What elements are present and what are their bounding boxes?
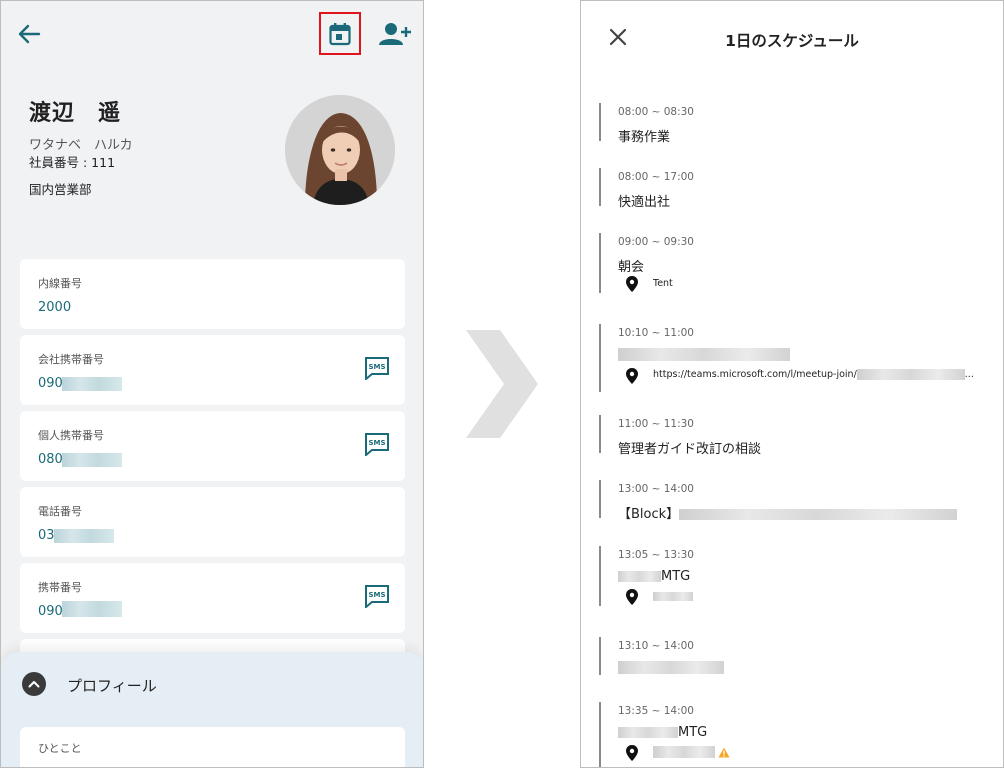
event-title: MTG [618, 569, 690, 584]
schedule-event[interactable]: 08:00 ~ 17:00 快適出社 [599, 168, 991, 210]
redacted-title [618, 348, 790, 361]
contact-label: 電話番号 [38, 505, 82, 518]
schedule-event[interactable]: 13:00 ~ 14:00 【Block】 [599, 480, 991, 522]
employee-department: 国内営業部 [29, 182, 92, 197]
redacted-location [653, 592, 693, 601]
event-time: 13:35 ~ 14:00 [618, 705, 694, 717]
calendar-button[interactable] [319, 12, 361, 55]
redacted-location [653, 746, 715, 758]
schedule-event[interactable]: 13:35 ~ 14:00 MTG [599, 702, 991, 767]
hitokoto-card: ひとこと [20, 727, 405, 767]
schedule-event[interactable]: 10:10 ~ 11:00 https://teams.microsoft.co… [599, 324, 991, 392]
hitokoto-label: ひとこと [38, 742, 82, 755]
collapse-button[interactable] [22, 672, 46, 696]
svg-text:SMS: SMS [368, 363, 385, 371]
contact-card-personal-mobile: 個人携帯番号 080 SMS [20, 411, 405, 481]
schedule-event[interactable]: 09:00 ~ 09:30 朝会 Tent [599, 233, 991, 293]
sms-icon: SMS [365, 433, 389, 458]
contact-card-company-mobile: 会社携帯番号 090 SMS [20, 335, 405, 405]
redacted-title [679, 509, 958, 520]
chevron-up-icon [28, 681, 40, 688]
event-location: https://teams.microsoft.com/l/meetup-joi… [653, 369, 974, 380]
event-title-text: 【Block】 [618, 507, 680, 522]
redacted-number [62, 453, 122, 467]
calendar-icon [329, 22, 351, 45]
redacted-url [856, 369, 965, 380]
contact-label: 会社携帯番号 [38, 353, 104, 366]
redacted-number [62, 601, 122, 617]
contact-label: 内線番号 [38, 277, 82, 290]
event-time: 13:10 ~ 14:00 [618, 640, 694, 652]
event-time: 13:05 ~ 13:30 [618, 549, 694, 561]
add-contact-button[interactable] [379, 21, 413, 47]
contact-value[interactable]: 090 [38, 376, 63, 391]
dialog-title: 1日のスケジュール [725, 32, 859, 50]
event-title: 管理者ガイド改訂の相談 [618, 442, 762, 457]
event-title [618, 347, 790, 362]
svg-text:SMS: SMS [368, 439, 385, 447]
profile-title: プロフィール [67, 677, 157, 695]
profile-sheet: プロフィール ひとこと [1, 652, 423, 767]
event-time: 10:10 ~ 11:00 [618, 327, 694, 339]
sms-button[interactable]: SMS [364, 356, 390, 382]
location-pin-icon [626, 745, 638, 761]
back-button[interactable] [15, 21, 43, 47]
chevron-right-icon [466, 330, 538, 438]
location-pin-icon [626, 589, 638, 605]
schedule-event[interactable]: 13:10 ~ 14:00 [599, 637, 991, 675]
event-location [653, 746, 730, 758]
contact-label: 個人携帯番号 [38, 429, 104, 442]
sms-icon: SMS [365, 357, 389, 382]
contact-card-extension: 内線番号 2000 [20, 259, 405, 329]
contact-value[interactable]: 2000 [38, 300, 71, 315]
location-pin-icon [626, 368, 638, 384]
event-title-text: MTG [661, 569, 691, 584]
svg-text:SMS: SMS [368, 591, 385, 599]
redacted-title [618, 727, 678, 738]
event-time: 13:00 ~ 14:00 [618, 483, 694, 495]
daily-schedule-dialog: 1日のスケジュール 08:00 ~ 08:30 事務作業 08:00 ~ 17:… [580, 0, 1004, 768]
contact-value[interactable]: 080 [38, 452, 63, 467]
contact-card-phone: 電話番号 03 [20, 487, 405, 557]
contact-value[interactable]: 090 [38, 604, 63, 619]
redacted-number [62, 377, 122, 391]
contact-card-mobile: 携帯番号 090 SMS [20, 563, 405, 633]
employee-name: 渡辺 遥 [29, 101, 122, 126]
event-location: Tent [653, 278, 673, 289]
event-title: 快適出社 [618, 195, 671, 210]
redacted-number [54, 529, 114, 543]
sms-button[interactable]: SMS [364, 432, 390, 458]
arrow-back-icon [18, 24, 41, 44]
event-title: 事務作業 [618, 130, 671, 145]
event-location [653, 591, 693, 602]
warning-icon [718, 747, 730, 757]
event-time: 11:00 ~ 11:30 [618, 418, 694, 430]
employee-name-kana: ワタナベ ハルカ [29, 138, 133, 153]
event-title-text: MTG [678, 725, 708, 740]
event-location-url: https://teams.microsoft.com/l/meetup-joi… [653, 369, 857, 380]
schedule-event[interactable]: 13:05 ~ 13:30 MTG [599, 546, 991, 606]
schedule-event[interactable]: 08:00 ~ 08:30 事務作業 [599, 103, 991, 145]
employee-detail-screen: 渡辺 遥 ワタナベ ハルカ 社員番号 : 111 国内営業部 内線番号 2000… [0, 0, 424, 768]
event-time: 09:00 ~ 09:30 [618, 236, 694, 248]
event-title: MTG [618, 725, 707, 740]
event-title: 【Block】 [618, 503, 958, 522]
avatar [285, 95, 395, 205]
contact-value[interactable]: 03 [38, 528, 55, 543]
event-time: 08:00 ~ 17:00 [618, 171, 694, 183]
redacted-title [618, 661, 724, 674]
redacted-title [618, 571, 661, 582]
event-title [618, 660, 724, 675]
sms-icon: SMS [365, 585, 389, 610]
person-add-icon [379, 23, 411, 45]
sms-button[interactable]: SMS [364, 584, 390, 610]
location-pin-icon [626, 276, 638, 292]
employee-number: 社員番号 : 111 [29, 155, 116, 170]
schedule-event[interactable]: 11:00 ~ 11:30 管理者ガイド改訂の相談 [599, 415, 991, 457]
event-title: 朝会 [618, 260, 645, 275]
contact-label: 携帯番号 [38, 581, 82, 594]
event-time: 08:00 ~ 08:30 [618, 106, 694, 118]
